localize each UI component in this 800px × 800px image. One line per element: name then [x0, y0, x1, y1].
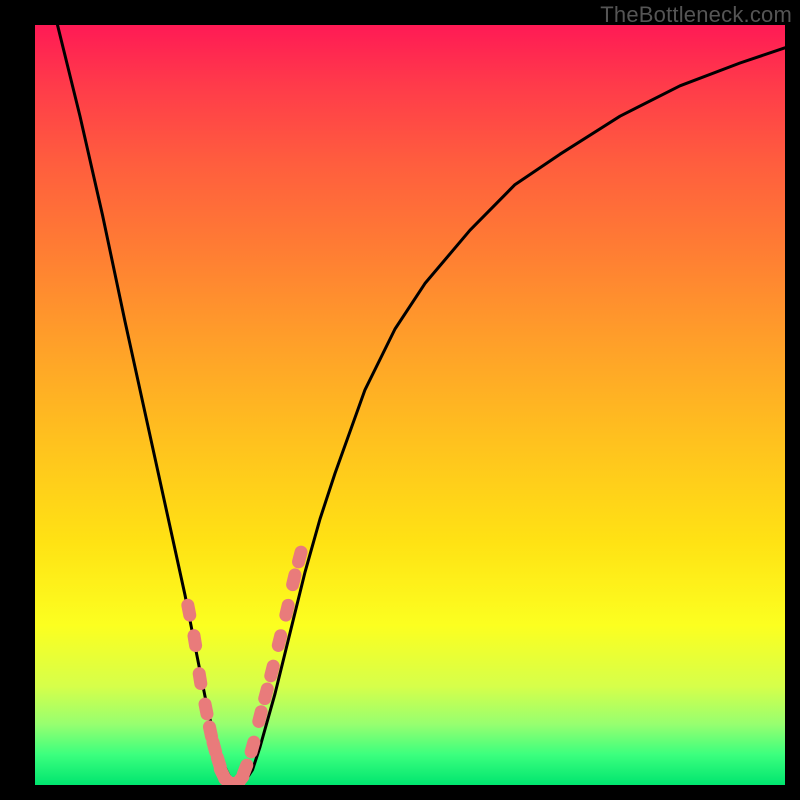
curve-marker — [192, 667, 207, 691]
curve-marker — [235, 757, 254, 782]
chart-frame: TheBottleneck.com — [0, 0, 800, 800]
curve-marker — [187, 629, 202, 653]
watermark-label: TheBottleneck.com — [600, 2, 792, 28]
plot-area — [35, 25, 785, 785]
curve-svg — [35, 25, 785, 785]
curve-marker — [181, 598, 197, 622]
curve-marker — [198, 697, 214, 721]
bottleneck-curve — [58, 25, 786, 785]
